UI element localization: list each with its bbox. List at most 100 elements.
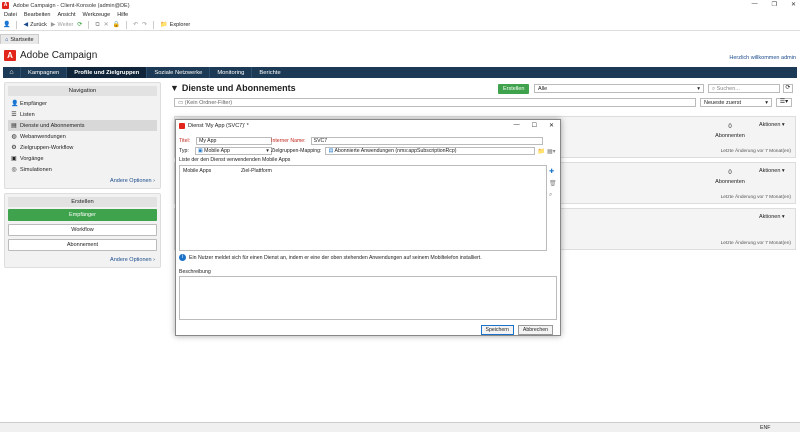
view-toggle-button[interactable]: ☰▾: [776, 98, 792, 107]
user-toolbar-button[interactable]: 👤: [3, 22, 10, 28]
create-header: Erstellen: [8, 197, 157, 207]
cancel-button[interactable]: Abbrechen: [517, 325, 553, 335]
user-icon: 👤: [3, 21, 11, 28]
explorer-button[interactable]: 📁 Explorer: [160, 22, 190, 28]
sidebar-item-vorgaenge[interactable]: ▣ Vorgänge: [8, 153, 157, 164]
sidebar-item-dienste[interactable]: ▤ Dienste und Abonnements: [8, 120, 157, 131]
undo-icon: ↶: [133, 21, 139, 28]
folder-icon: 📁: [160, 21, 168, 28]
sidebar-item-listen[interactable]: ☰ Listen: [8, 109, 157, 120]
delete-app-icon[interactable]: 🗑: [549, 180, 557, 187]
nav-kampagnen[interactable]: Kampagnen: [20, 67, 66, 78]
list-view-icon: ☰▾: [779, 99, 789, 105]
redo-icon: ↷: [142, 21, 148, 28]
lock-button[interactable]: 🔒: [113, 22, 120, 28]
menu-bearbeiten[interactable]: Bearbeiten: [24, 12, 51, 18]
tab-startseite[interactable]: ⌂ Startseite: [0, 34, 39, 44]
brand-header: A Adobe Campaign: [4, 50, 97, 61]
subscriber-count: 0: [728, 170, 732, 176]
mapping-icon: ▤: [328, 148, 334, 154]
mobile-apps-list[interactable]: Mobile Apps Ziel-Plattform: [179, 165, 547, 251]
nav-berichte[interactable]: Berichte: [251, 67, 287, 78]
internal-name-field[interactable]: SVC7: [310, 137, 543, 145]
simulation-icon: ◎: [11, 167, 17, 173]
back-button[interactable]: ◀ Zurück: [23, 22, 46, 28]
arrow-left-icon: ◀: [23, 21, 29, 28]
actions-button[interactable]: Aktionen ▾: [759, 168, 785, 174]
redo-button[interactable]: ↷: [142, 22, 147, 28]
delete-button[interactable]: ✕: [104, 22, 109, 28]
mapping-field[interactable]: ▤ Abonnierte Anwendungen (nms:appSubscri…: [325, 147, 536, 155]
menu-hilfe[interactable]: Hilfe: [117, 12, 128, 18]
create-empfaenger-button[interactable]: Empfänger: [8, 209, 157, 221]
sidebar-item-webanwendungen[interactable]: ◍ Webanwendungen: [8, 131, 157, 142]
title-field[interactable]: My App: [196, 137, 273, 145]
dialog-titlebar: Dienst 'My App (SVC7)' *: [176, 120, 560, 131]
dialog-minimize-button[interactable]: —: [514, 122, 520, 129]
navigation-header: Navigation: [8, 86, 157, 96]
type-label: Typ:: [179, 148, 189, 154]
dialog-close-button[interactable]: ✕: [549, 122, 554, 129]
left-panel: Navigation 👤 Empfänger ☰ Listen ▤ Dienste u…: [4, 82, 161, 272]
actions-button[interactable]: Aktionen ▾: [759, 214, 785, 220]
dialog-title: Dienst 'My App (SVC7)' *: [188, 122, 249, 129]
navigation-panel: Navigation 👤 Empfänger ☰ Listen ▤ Dienste u…: [4, 82, 161, 189]
refresh-button[interactable]: ⟳: [783, 84, 793, 93]
brand-name: Adobe Campaign: [20, 50, 98, 61]
more-options-link-2[interactable]: Andere Optionen ›: [8, 254, 157, 264]
dropdown-icon[interactable]: ▦▾: [547, 148, 556, 155]
minimize-button[interactable]: —: [752, 1, 758, 8]
refresh-toolbar-button[interactable]: ⟳: [77, 22, 82, 28]
create-workflow-button[interactable]: Workflow: [8, 224, 157, 236]
nav-monitoring[interactable]: Monitoring: [209, 67, 251, 78]
sidebar-item-zielgruppen-workflow[interactable]: ⚙ Zielgruppen-Workflow: [8, 142, 157, 153]
create-abonnement-button[interactable]: Abonnement: [8, 239, 157, 251]
more-options-link-1[interactable]: Andere Optionen ›: [8, 175, 157, 185]
menu-ansicht[interactable]: Ansicht: [57, 12, 75, 18]
newsletter-icon: ▤: [11, 123, 17, 129]
detail-app-icon[interactable]: ⌕: [549, 192, 557, 199]
search-input[interactable]: ⌕ Suchen...: [708, 84, 780, 93]
nav-profile-zielgruppen[interactable]: Profile und Zielgruppen: [66, 67, 147, 78]
menu-werkzeuge[interactable]: Werkzeuge: [83, 12, 111, 18]
actions-button[interactable]: Aktionen ▾: [759, 122, 785, 128]
description-label: Beschreibung: [179, 269, 211, 275]
nav-home-icon[interactable]: ⌂: [3, 67, 20, 78]
dialog-maximize-button[interactable]: ☐: [532, 122, 537, 129]
close-button[interactable]: ✕: [791, 1, 796, 8]
description-textarea[interactable]: [179, 276, 557, 320]
refresh-icon: ⟳: [77, 21, 83, 28]
type-select[interactable]: ▣ Mobile App ▾: [194, 147, 272, 155]
save-button[interactable]: Speichern: [480, 325, 514, 335]
welcome-link[interactable]: Herzlich willkommen admin: [729, 55, 796, 61]
status-bar: ENF: [0, 422, 800, 432]
folder-icon[interactable]: 📁: [537, 148, 544, 155]
filter-select[interactable]: Alle ▾: [534, 84, 704, 93]
col-mobile-apps[interactable]: Mobile Apps: [183, 168, 241, 174]
arrow-right-icon: ▶: [50, 21, 56, 28]
globe-icon: ◍: [11, 134, 17, 140]
job-icon: ▣: [11, 156, 17, 162]
copy-button[interactable]: ⧉: [95, 22, 99, 28]
nav-soziale-netzwerke[interactable]: Soziale Netzwerke: [146, 67, 209, 78]
sort-select[interactable]: Neueste zuerst ▾: [700, 98, 772, 107]
menu-bar: Datei Bearbeiten Ansicht Werkzeuge Hilfe: [0, 11, 128, 19]
chevron-right-icon: ›: [153, 257, 155, 263]
subscriber-label: Abonnenten: [715, 133, 745, 139]
restore-button[interactable]: ❐: [772, 1, 777, 8]
create-service-button[interactable]: Erstellen: [498, 84, 530, 94]
folder-filter-input[interactable]: ▭ (Kein Ordner-Filter): [174, 98, 696, 107]
title-label: Titel:: [179, 138, 191, 144]
adobe-app-icon: [179, 122, 185, 129]
menu-datei[interactable]: Datei: [4, 12, 17, 18]
add-app-icon[interactable]: ✚: [549, 168, 557, 175]
service-dialog: Dienst 'My App (SVC7)' * — ☐ ✕ Titel: My…: [175, 119, 561, 336]
col-target-platform[interactable]: Ziel-Plattform: [241, 168, 272, 174]
mapping-label: Zielgruppen-Mapping:: [271, 148, 322, 154]
forward-button[interactable]: ▶ Weiter: [51, 22, 73, 28]
collapse-triangle-icon[interactable]: ▼: [170, 83, 179, 93]
sidebar-item-simulationen[interactable]: ◎ Simulationen: [8, 164, 157, 175]
undo-button[interactable]: ↶: [133, 22, 138, 28]
folder-icon: ▭: [178, 100, 184, 106]
sidebar-item-empfaenger[interactable]: 👤 Empfänger: [8, 98, 157, 109]
